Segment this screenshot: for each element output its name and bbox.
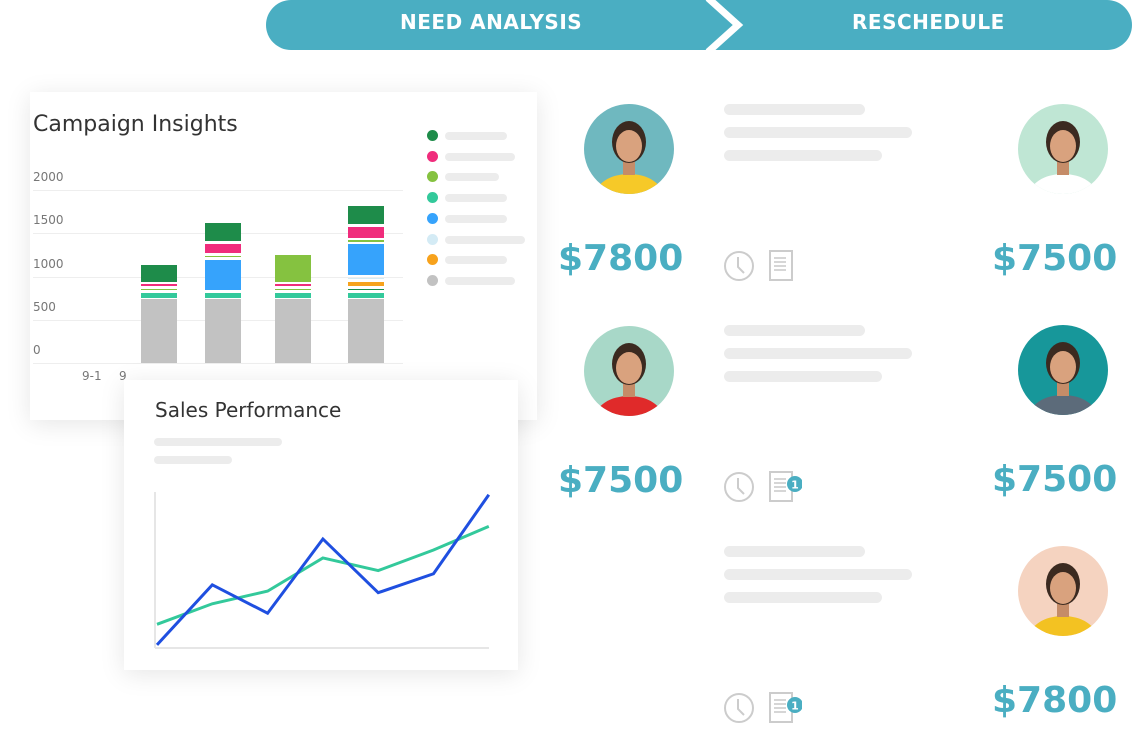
- deal-amount: $7800: [558, 238, 684, 279]
- bar-segment[interactable]: [348, 281, 384, 287]
- legend-dot: [427, 233, 438, 245]
- x-tick: 9-1: [82, 369, 102, 383]
- bar-segment[interactable]: [141, 292, 177, 298]
- legend-dot: [427, 150, 438, 162]
- campaign-insights-card: Campaign Insights 0 500 1000 1500 2000 9-1 9: [30, 92, 537, 420]
- placeholder-line: [724, 325, 865, 336]
- legend-label-placeholder: [445, 173, 499, 182]
- card-title: Campaign Insights: [33, 112, 238, 137]
- clock-icon[interactable]: [724, 251, 754, 281]
- gridline: [33, 363, 403, 364]
- bar-segment[interactable]: [205, 243, 241, 254]
- legend-dot: [427, 130, 438, 141]
- legend-dot: [427, 171, 438, 183]
- document-icon[interactable]: [769, 250, 793, 281]
- bar-segment[interactable]: [275, 255, 311, 282]
- bar-segment[interactable]: [275, 288, 311, 291]
- legend-label-placeholder: [445, 214, 507, 223]
- y-tick: 0: [33, 343, 41, 357]
- badge-count: 1: [791, 479, 799, 492]
- badge-count: 1: [791, 700, 799, 713]
- legend-dot: [427, 274, 438, 286]
- bar-segment[interactable]: [205, 223, 241, 242]
- bar-segment[interactable]: [141, 284, 177, 287]
- deal-amount: $7500: [558, 460, 684, 501]
- bar-segment[interactable]: [348, 278, 384, 280]
- stage-reschedule[interactable]: RESCHEDULE: [852, 10, 1005, 34]
- clock-icon[interactable]: [724, 693, 754, 723]
- bar-segment[interactable]: [275, 298, 311, 363]
- contact-avatar: [584, 326, 674, 416]
- placeholder-line: [724, 592, 882, 603]
- placeholder-line: [724, 371, 882, 382]
- placeholder-line: [724, 150, 882, 161]
- bar-segment[interactable]: [205, 298, 241, 363]
- bar-segment[interactable]: [348, 240, 384, 242]
- deal-amount: $7800: [992, 680, 1118, 721]
- deal-meta-icons: 1: [724, 692, 802, 723]
- bar-segment[interactable]: [141, 298, 177, 363]
- deal-amount: $7500: [992, 238, 1118, 279]
- bar-segment[interactable]: [348, 292, 384, 298]
- deal-meta-icons: 1: [724, 471, 802, 502]
- legend-dot: [427, 192, 438, 204]
- deal-meta-icons: [724, 250, 793, 281]
- placeholder-line: [724, 127, 912, 138]
- bar-segment[interactable]: [348, 298, 384, 363]
- placeholder-line: [724, 348, 912, 359]
- bar-segment[interactable]: [205, 255, 241, 258]
- legend-dot: [427, 254, 438, 266]
- placeholder-line: [724, 569, 912, 580]
- placeholder-line: [724, 546, 865, 557]
- legend-label-placeholder: [445, 235, 525, 244]
- y-tick: 2000: [33, 170, 64, 184]
- bar-segment[interactable]: [141, 264, 177, 282]
- contact-avatar: [1018, 546, 1108, 636]
- sales-performance-card: Sales Performance: [124, 380, 518, 670]
- bar-segment[interactable]: [348, 288, 384, 291]
- y-tick: 500: [33, 299, 56, 314]
- deal-amount: $7500: [992, 459, 1118, 500]
- bar-segment[interactable]: [348, 205, 384, 225]
- contact-avatar: [1018, 104, 1108, 194]
- legend-label-placeholder: [445, 256, 507, 265]
- bar-segment[interactable]: [205, 259, 241, 291]
- legend-dot: [427, 212, 438, 224]
- stage-need-analysis[interactable]: NEED ANALYSIS: [400, 10, 582, 34]
- legend-label-placeholder: [445, 276, 515, 285]
- line-chart: [154, 492, 491, 649]
- bar-segment[interactable]: [348, 244, 384, 276]
- y-tick: 1500: [33, 213, 64, 228]
- clock-icon[interactable]: [724, 472, 754, 502]
- legend-label-placeholder: [445, 152, 515, 161]
- bar-segment[interactable]: [275, 292, 311, 298]
- legend-label-placeholder: [445, 132, 507, 140]
- bar-segment[interactable]: [141, 288, 177, 291]
- contact-avatar: [1018, 325, 1108, 415]
- bar-segment[interactable]: [348, 226, 384, 238]
- bar-segment[interactable]: [205, 292, 241, 298]
- bar-segment[interactable]: [275, 284, 311, 287]
- placeholder-line: [724, 104, 865, 115]
- series-line: [155, 493, 491, 646]
- gridline: [33, 190, 403, 191]
- contact-avatar: [584, 104, 674, 194]
- y-tick: 1000: [33, 256, 64, 271]
- legend-label-placeholder: [445, 194, 507, 203]
